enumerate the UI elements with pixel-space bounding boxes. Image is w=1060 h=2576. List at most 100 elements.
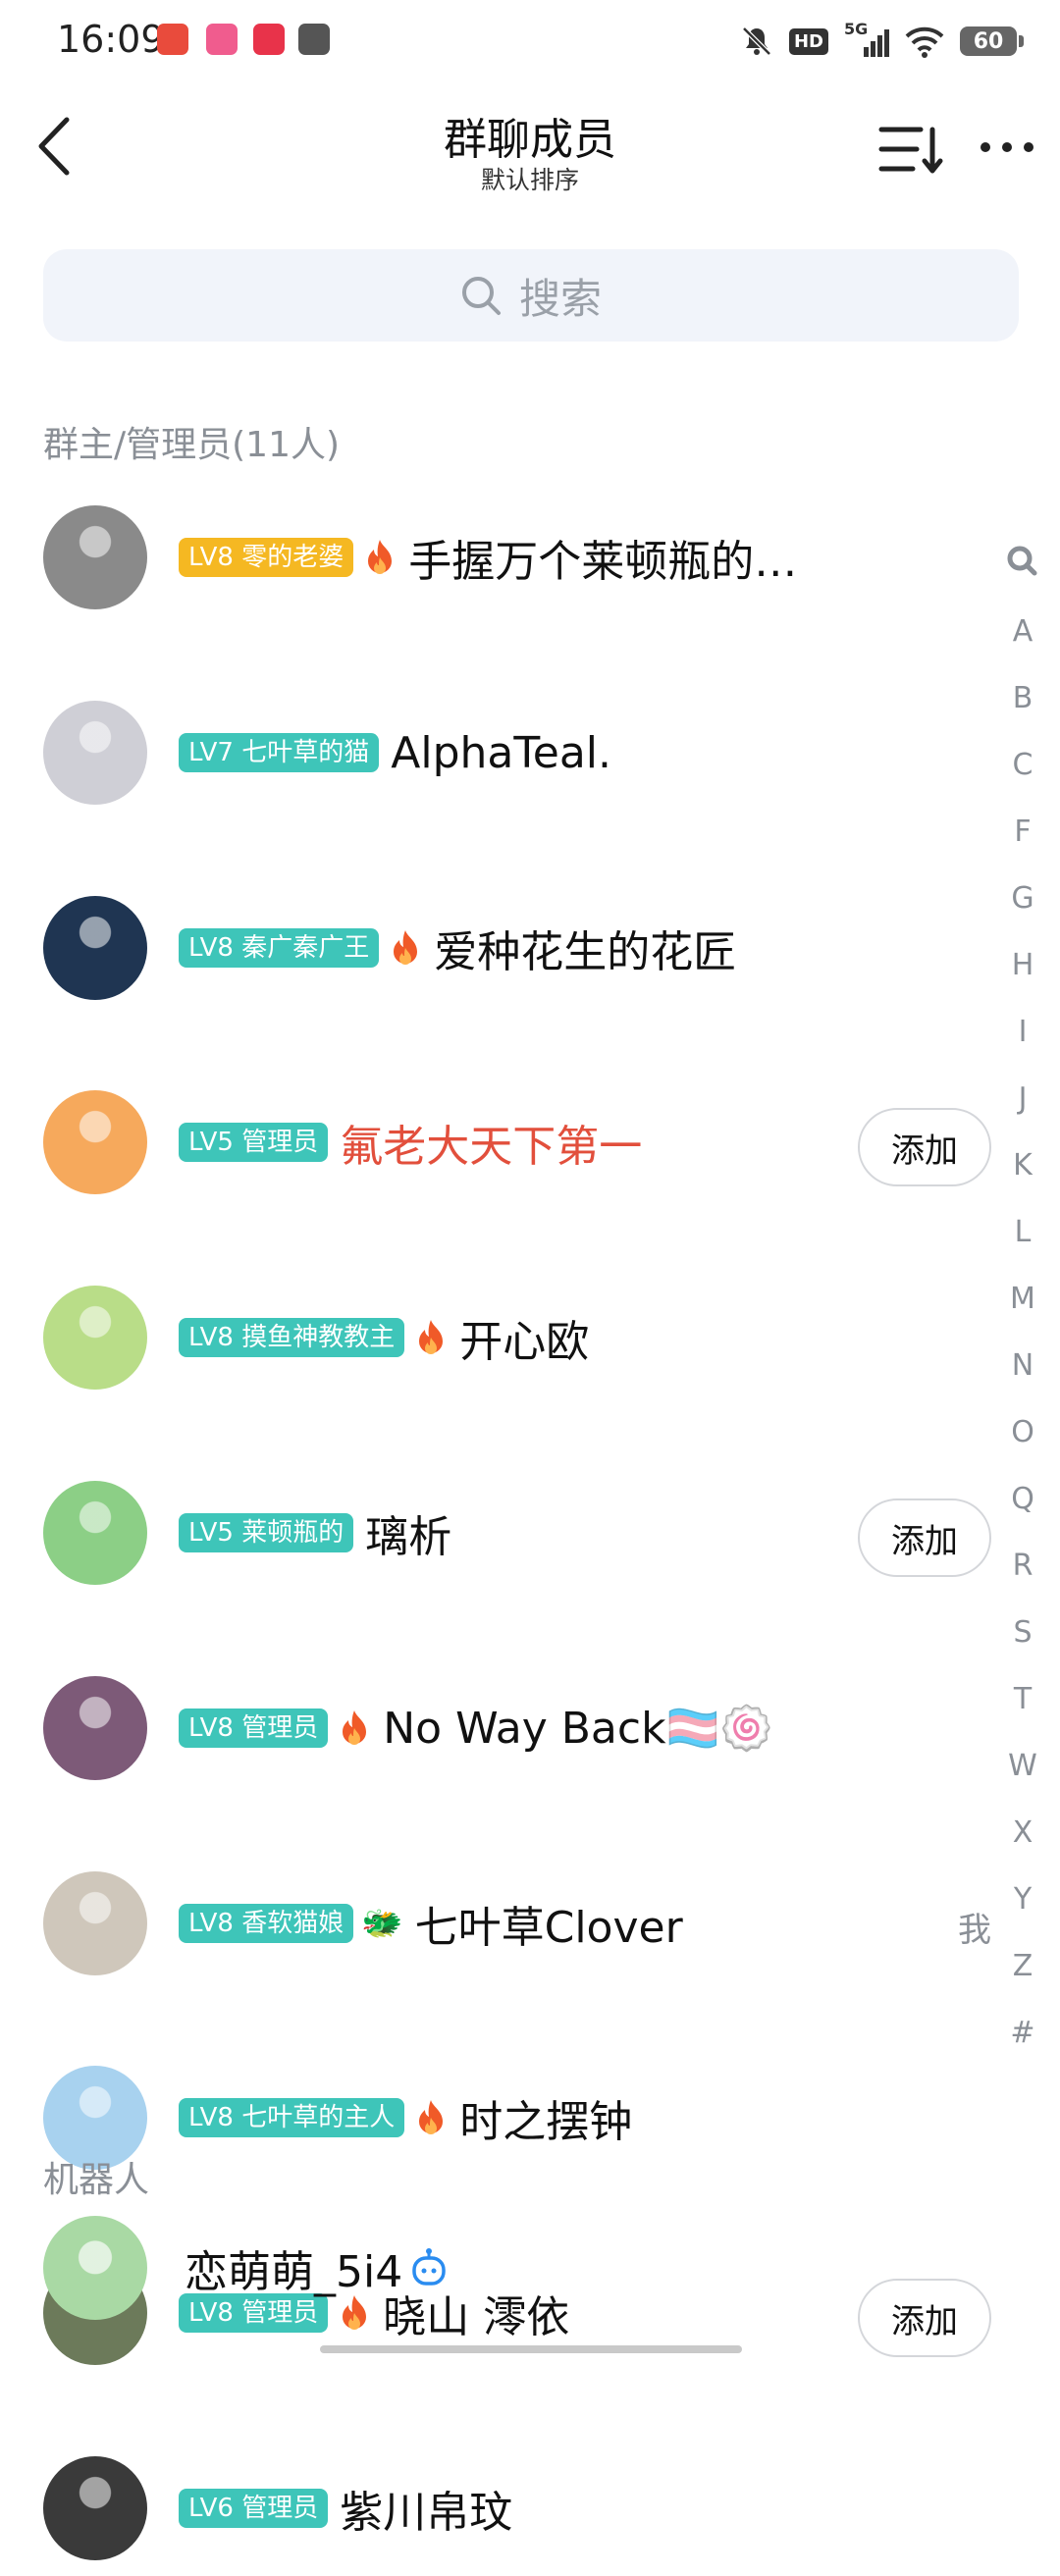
add-friend-button[interactable]: 添加 [858,1498,991,1577]
member-row[interactable]: LV5 莱顿瓶的 璃析 添加 [0,1451,991,1601]
level-badge: LV6 管理员 [179,2489,329,2528]
index-search-icon[interactable] [1001,528,1044,595]
index-letter[interactable]: X [1001,1800,1044,1866]
member-line: LV5 管理员 氟老大天下第一 [179,1090,642,1194]
flame-icon [368,540,393,574]
bot-line: 恋萌萌_5i4 [185,2216,448,2320]
index-letter[interactable]: R [1001,1533,1044,1600]
member-title: 香软猫娘 [241,1909,344,1938]
member-title: 七叶草的主人 [241,2103,396,2132]
robot-icon [412,2248,446,2286]
member-line: LV8 七叶草的主人 时之摆钟 [179,2066,632,2170]
avatar[interactable] [43,2216,147,2320]
index-letter[interactable]: J [1001,1066,1044,1132]
bot-row[interactable]: 恋萌萌_5i4 [0,2186,991,2336]
member-line: LV8 香软猫娘 🐲 七叶草Clover [179,1871,683,1975]
index-letter[interactable]: L [1001,1199,1044,1266]
status-time: 16:09 [57,18,165,61]
index-letter[interactable]: S [1001,1600,1044,1666]
member-line: LV8 管理员 No Way Back🏳️‍⚧️🍥 [179,1676,773,1780]
avatar[interactable] [43,1676,147,1780]
level-text: LV6 [188,2494,234,2523]
status-indicators: HD 5G 60 [740,20,1024,61]
level-badge: LV5 莱顿瓶的 [179,1513,354,1552]
index-letter[interactable]: N [1001,1333,1044,1399]
member-title: 零的老婆 [241,543,344,572]
status-bar: 16:09 HD 5G 60 [0,0,1060,82]
index-letter[interactable]: O [1001,1399,1044,1466]
avatar[interactable] [43,701,147,805]
level-text: LV5 [188,1128,234,1157]
avatar[interactable] [43,1286,147,1390]
index-letter[interactable]: Z [1001,1933,1044,2000]
index-letter[interactable]: M [1001,1266,1044,1333]
avatar[interactable] [43,896,147,1000]
avatar[interactable] [43,2456,147,2560]
index-letter[interactable]: I [1001,999,1044,1066]
member-title: 莱顿瓶的 [241,1518,344,1548]
level-badge: LV8 秦广秦广王 [179,928,380,968]
member-name: 开心欧 [459,1317,590,1367]
flame-icon [419,2100,444,2134]
member-title: 管理员 [241,2494,319,2523]
member-row[interactable]: LV7 七叶草的猫 AlphaTeal. [0,671,991,820]
index-letter[interactable]: H [1001,932,1044,999]
member-title: 七叶草的猫 [241,738,370,767]
member-title: 管理员 [241,1713,319,1743]
level-badge: LV8 管理员 [179,1709,329,1748]
level-badge: LV7 七叶草的猫 [179,733,380,772]
index-letter[interactable]: C [1001,732,1044,799]
member-row[interactable]: LV8 管理员 No Way Back🏳️‍⚧️🍥 [0,1647,991,1796]
level-text: LV8 [188,933,234,963]
index-letter[interactable]: B [1001,665,1044,732]
self-indicator: 我 [958,1911,991,1950]
home-indicator[interactable] [320,2345,742,2353]
level-text: LV8 [188,1323,234,1352]
avatar[interactable] [43,505,147,609]
level-badge: LV8 七叶草的主人 [179,2098,405,2137]
level-badge: LV8 零的老婆 [179,538,354,577]
level-badge: LV8 摸鱼神教教主 [179,1318,405,1357]
avatar[interactable] [43,1481,147,1585]
avatar[interactable] [43,1871,147,1975]
member-row[interactable]: LV8 零的老婆 手握万个莱顿瓶的… [0,476,991,625]
index-letter[interactable]: F [1001,799,1044,866]
section-header-admins: 群主/管理员(11人) [43,425,341,465]
index-letter[interactable]: A [1001,599,1044,665]
member-row[interactable]: LV8 香软猫娘 🐲 七叶草Clover 我 [0,1842,991,1991]
alphabet-index[interactable]: A B C F G H I J K L M N O Q R S T W X Y Z # [1001,528,1044,2050]
member-name: 七叶草Clover [414,1903,683,1953]
add-friend-button[interactable]: 添加 [858,1108,991,1186]
level-text: LV7 [188,738,234,767]
top-app-bar: 群聊成员 默认排序 [0,82,1060,210]
member-row[interactable]: LV8 秦广秦广王 爱种花生的花匠 [0,867,991,1016]
member-name: 爱种花生的花匠 [434,927,737,977]
index-letter[interactable]: Y [1001,1866,1044,1933]
avatar[interactable] [43,1090,147,1194]
flame-icon [419,1320,444,1354]
member-row[interactable]: LV8 摸鱼神教教主 开心欧 [0,1256,991,1405]
index-letter[interactable]: K [1001,1132,1044,1199]
member-line: LV8 零的老婆 手握万个莱顿瓶的… [179,505,797,609]
member-row[interactable]: LV5 管理员 氟老大天下第一 添加 [0,1061,991,1210]
more-options-icon[interactable] [978,128,1036,167]
member-name: No Way Back🏳️‍⚧️🍥 [383,1704,774,1754]
app-notification-icon [206,24,238,55]
index-letter[interactable]: Q [1001,1466,1044,1533]
search-bar[interactable]: 搜索 [43,249,1019,342]
member-title: 秦广秦广王 [241,933,370,963]
member-name: 氟老大天下第一 [340,1122,643,1172]
level-badge: LV5 管理员 [179,1123,329,1162]
member-name: 璃析 [365,1512,452,1562]
level-text: LV8 [188,543,234,572]
index-letter[interactable]: # [1001,2000,1044,2067]
index-letter[interactable]: W [1001,1733,1044,1800]
wifi-icon [905,26,944,58]
sort-icon[interactable] [877,122,946,177]
index-letter[interactable]: G [1001,866,1044,932]
member-line: LV7 七叶草的猫 AlphaTeal. [179,701,611,805]
index-letter[interactable]: T [1001,1666,1044,1733]
mute-bell-icon [742,26,771,56]
battery-icon: 60 [960,26,1024,56]
member-row[interactable]: LV6 管理员 紫川帛玟 [0,2427,991,2576]
